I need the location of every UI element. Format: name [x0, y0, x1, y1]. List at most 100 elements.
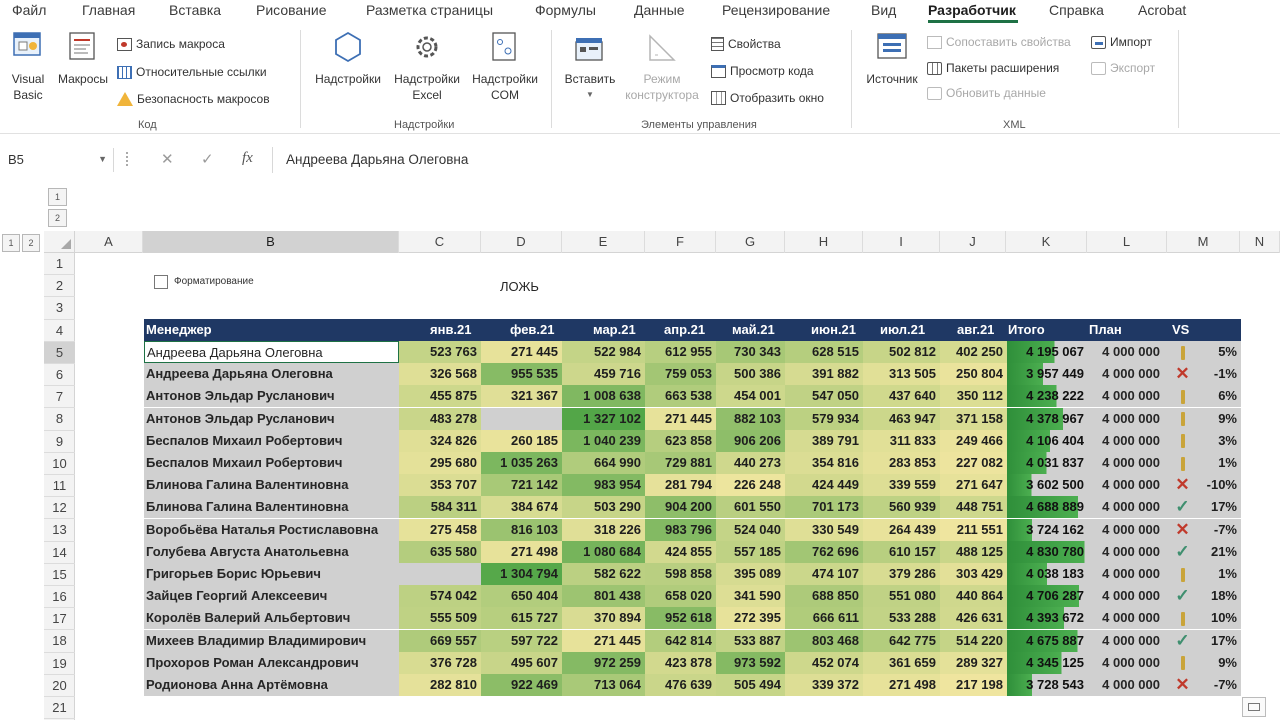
month-value-cell[interactable]: 271 498 — [863, 674, 940, 696]
menu-tab-0[interactable]: Файл — [12, 2, 46, 18]
month-value-cell[interactable]: 597 722 — [481, 629, 562, 652]
menu-tab-7[interactable]: Рецензирование — [722, 2, 830, 18]
manager-name-cell[interactable]: Антонов Эльдар Русланович — [144, 385, 399, 408]
month-value-cell[interactable]: 437 640 — [863, 385, 940, 408]
vs-status-cell[interactable]: ✓ — [1168, 629, 1197, 652]
com-addins-icon[interactable] — [488, 30, 522, 64]
month-value-cell[interactable]: 424 855 — [645, 540, 716, 563]
vs-status-cell[interactable] — [1168, 407, 1197, 430]
month-value-cell[interactable]: 459 716 — [562, 363, 645, 386]
manager-name-cell[interactable]: Андреева Дарьяна Олеговна — [144, 363, 399, 386]
addins-button[interactable]: Надстройки — [310, 71, 386, 87]
month-value-cell[interactable]: 283 853 — [863, 452, 940, 474]
outline-level-1-button[interactable]: 1 — [48, 188, 67, 206]
month-value-cell[interactable]: 339 559 — [863, 474, 940, 497]
month-value-cell[interactable]: 452 074 — [785, 651, 863, 674]
month-value-cell[interactable]: 379 286 — [863, 563, 940, 585]
month-value-cell[interactable]: 264 439 — [863, 518, 940, 541]
vs-status-cell[interactable] — [1168, 429, 1197, 452]
plan-cell[interactable]: 4 000 000 — [1088, 452, 1168, 474]
visual-basic-button[interactable]: Visual Basic — [8, 71, 48, 103]
vs-percent-cell[interactable]: 5% — [1197, 341, 1241, 363]
row-header-6[interactable]: 6 — [44, 364, 75, 387]
month-value-cell[interactable]: 455 875 — [399, 385, 481, 408]
row-header-8[interactable]: 8 — [44, 408, 75, 431]
select-all-corner[interactable] — [44, 231, 75, 253]
menu-tab-11[interactable]: Acrobat — [1138, 2, 1186, 18]
vs-status-cell[interactable] — [1168, 385, 1197, 408]
total-cell[interactable]: 4 031 837 — [1007, 452, 1088, 474]
month-value-cell[interactable]: 249 466 — [940, 429, 1007, 452]
row-header-14[interactable]: 14 — [44, 542, 75, 564]
row-header-10[interactable]: 10 — [44, 453, 75, 475]
expansion-packs-button[interactable]: Пакеты расширения — [927, 59, 1059, 77]
table-header-8[interactable]: авг.21 — [957, 319, 994, 341]
month-value-cell[interactable]: 389 791 — [785, 429, 863, 452]
total-cell[interactable]: 4 706 287 — [1007, 585, 1088, 608]
month-value-cell[interactable]: 721 142 — [481, 474, 562, 497]
vs-status-cell[interactable]: ✓ — [1168, 585, 1197, 608]
total-cell[interactable]: 4 688 889 — [1007, 496, 1088, 519]
month-value-cell[interactable]: 922 469 — [481, 674, 562, 696]
row-header-11[interactable]: 11 — [44, 475, 75, 498]
table-header-4[interactable]: апр.21 — [664, 319, 705, 341]
total-cell[interactable]: 4 106 404 — [1007, 429, 1088, 452]
total-cell[interactable]: 4 675 887 — [1007, 629, 1088, 652]
row-header-4[interactable]: 4 — [44, 320, 75, 342]
month-value-cell[interactable]: 972 259 — [562, 651, 645, 674]
month-value-cell[interactable]: 555 509 — [399, 607, 481, 630]
vs-status-cell[interactable]: ✓ — [1168, 540, 1197, 563]
vs-percent-cell[interactable]: 17% — [1197, 496, 1241, 519]
row-header-20[interactable]: 20 — [44, 675, 75, 697]
total-cell[interactable]: 4 038 183 — [1007, 563, 1088, 585]
month-value-cell[interactable]: 582 622 — [562, 563, 645, 585]
excel-addins-button[interactable]: Надстройки Excel — [388, 71, 466, 103]
formula-input[interactable]: Андреева Дарьяна Олеговна — [286, 152, 468, 167]
month-value-cell[interactable]: 533 288 — [863, 607, 940, 630]
vs-percent-cell[interactable]: 18% — [1197, 585, 1241, 608]
month-value-cell[interactable]: 759 053 — [645, 363, 716, 386]
menu-tab-3[interactable]: Рисование — [256, 2, 327, 18]
month-value-cell[interactable] — [481, 407, 562, 430]
month-value-cell[interactable]: 803 468 — [785, 629, 863, 652]
total-cell[interactable]: 3 728 543 — [1007, 674, 1088, 696]
month-value-cell[interactable]: 271 647 — [940, 474, 1007, 497]
manager-name-cell[interactable]: Голубева Августа Анатольевна — [144, 540, 399, 563]
month-value-cell[interactable]: 423 878 — [645, 651, 716, 674]
month-value-cell[interactable]: 318 226 — [562, 518, 645, 541]
manager-name-cell[interactable]: Беспалов Михаил Робертович — [144, 452, 399, 474]
month-value-cell[interactable]: 227 082 — [940, 452, 1007, 474]
vs-status-cell[interactable] — [1168, 651, 1197, 674]
table-header-1[interactable]: янв.21 — [430, 319, 472, 341]
manager-name-cell[interactable]: Блинова Галина Валентиновна — [144, 474, 399, 497]
row-header-9[interactable]: 9 — [44, 431, 75, 453]
manager-name-cell[interactable]: Андреева Дарьяна Олеговна — [144, 341, 399, 363]
month-value-cell[interactable]: 217 198 — [940, 674, 1007, 696]
properties-button[interactable]: Свойства — [711, 35, 781, 53]
menu-tab-9[interactable]: Разработчик — [928, 2, 1016, 18]
month-value-cell[interactable]: 295 680 — [399, 452, 481, 474]
month-value-cell[interactable]: 983 796 — [645, 518, 716, 541]
plan-cell[interactable]: 4 000 000 — [1088, 341, 1168, 363]
month-value-cell[interactable]: 669 557 — [399, 629, 481, 652]
month-value-cell[interactable]: 713 064 — [562, 674, 645, 696]
vs-status-cell[interactable]: ✕ — [1168, 674, 1197, 696]
month-value-cell[interactable]: 311 833 — [863, 429, 940, 452]
month-value-cell[interactable]: 483 278 — [399, 407, 481, 430]
month-value-cell[interactable]: 424 449 — [785, 474, 863, 497]
cell-d2[interactable]: ЛОЖЬ — [500, 279, 539, 294]
month-value-cell[interactable]: 321 367 — [481, 385, 562, 408]
month-value-cell[interactable]: 384 674 — [481, 496, 562, 519]
outline-col-level-1-button[interactable]: 1 — [2, 234, 20, 252]
month-value-cell[interactable]: 271 445 — [562, 629, 645, 652]
total-cell[interactable]: 4 345 125 — [1007, 651, 1088, 674]
month-value-cell[interactable]: 628 515 — [785, 341, 863, 363]
month-value-cell[interactable]: 1 040 239 — [562, 429, 645, 452]
design-mode-button[interactable]: Режим конструктора — [618, 71, 706, 103]
column-header-N[interactable]: N — [1240, 231, 1280, 253]
row-header-5[interactable]: 5 — [44, 341, 75, 364]
toolbox-icon[interactable] — [573, 34, 607, 68]
month-value-cell[interactable]: 303 429 — [940, 563, 1007, 585]
month-value-cell[interactable]: 730 343 — [716, 341, 785, 363]
month-value-cell[interactable]: 330 549 — [785, 518, 863, 541]
